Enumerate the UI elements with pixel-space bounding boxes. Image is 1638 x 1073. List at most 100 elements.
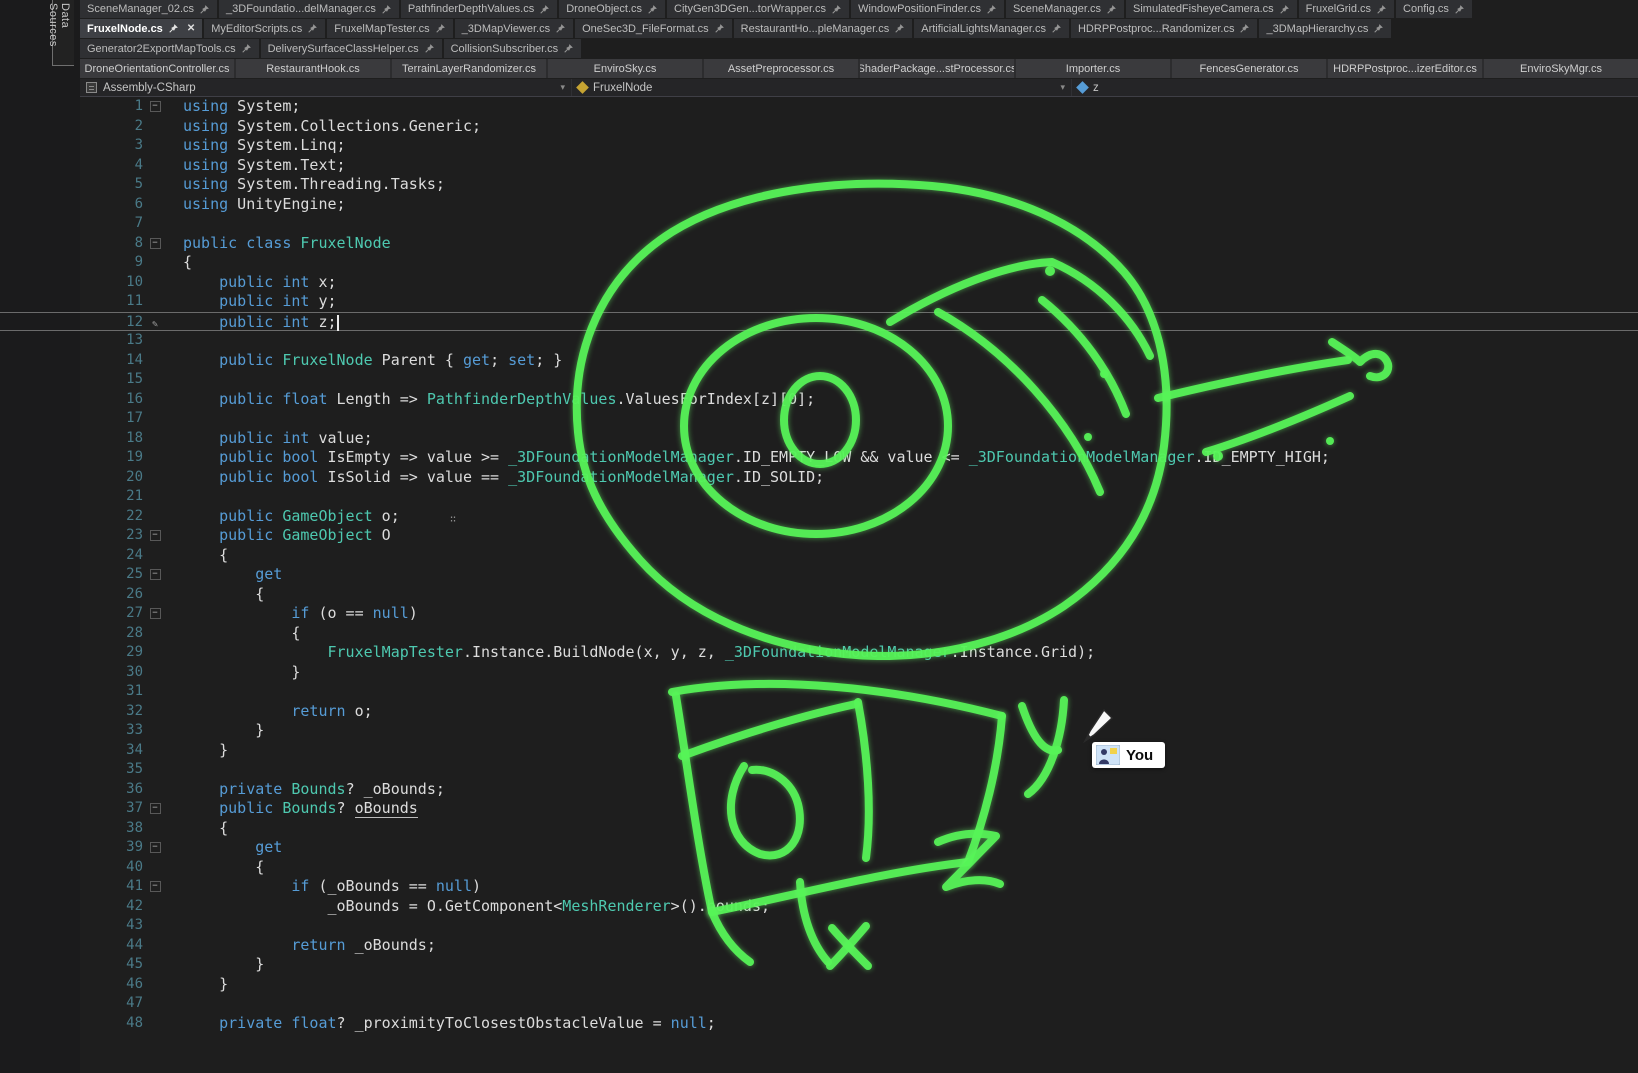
data-sources-tool-tab[interactable]: Data Sources xyxy=(52,0,74,66)
code-line-1[interactable]: 1−using System; xyxy=(0,97,1638,117)
pin-icon[interactable] xyxy=(381,4,392,15)
code-line-11[interactable]: 11 public int y; xyxy=(0,292,1638,312)
pin-icon[interactable] xyxy=(1239,23,1250,34)
pin-icon[interactable] xyxy=(831,4,842,15)
pin-icon[interactable] xyxy=(555,23,566,34)
pin-icon[interactable] xyxy=(199,4,210,15)
code-line-10[interactable]: 10 public int x; xyxy=(0,273,1638,293)
tab-droneorientationcontroller-cs[interactable]: DroneOrientationController.cs xyxy=(80,59,234,78)
fold-marker[interactable]: − xyxy=(143,799,167,819)
code-line-21[interactable]: 21 xyxy=(0,487,1638,507)
code-line-31[interactable]: 31 xyxy=(0,682,1638,702)
tab-config-cs[interactable]: Config.cs xyxy=(1396,0,1472,18)
pin-icon[interactable] xyxy=(714,23,725,34)
pin-icon[interactable] xyxy=(424,43,435,54)
code-editor[interactable]: 1−using System;2using System.Collections… xyxy=(0,97,1638,1073)
code-line-18[interactable]: 18 public int value; xyxy=(0,429,1638,449)
pin-icon[interactable] xyxy=(241,43,252,54)
pin-icon[interactable] xyxy=(986,4,997,15)
code-line-28[interactable]: 28 { xyxy=(0,624,1638,644)
member-dropdown[interactable]: z xyxy=(1072,79,1638,96)
tab-3dfoundatio-delmanager-cs[interactable]: _3DFoundatio...delManager.cs xyxy=(219,0,399,18)
code-line-41[interactable]: 41− if (_oBounds == null) xyxy=(0,877,1638,897)
code-line-47[interactable]: 47 xyxy=(0,994,1638,1014)
code-line-8[interactable]: 8−public class FruxelNode xyxy=(0,234,1638,254)
code-line-25[interactable]: 25− get xyxy=(0,565,1638,585)
pin-icon[interactable] xyxy=(1373,23,1384,34)
tab-scenemanager-02-cs[interactable]: SceneManager_02.cs xyxy=(80,0,217,18)
tab-importer-cs[interactable]: Importer.cs xyxy=(1016,59,1170,78)
code-line-7[interactable]: 7 xyxy=(0,214,1638,234)
tab-fruxelmaptester-cs[interactable]: FruxelMapTester.cs xyxy=(327,19,452,38)
code-line-24[interactable]: 24 { xyxy=(0,546,1638,566)
code-line-35[interactable]: 35 xyxy=(0,760,1638,780)
tab-terrainlayerrandomizer-cs[interactable]: TerrainLayerRandomizer.cs xyxy=(392,59,546,78)
type-dropdown[interactable]: FruxelNode ▾ xyxy=(572,79,1072,96)
tab-restaurantho-plemanager-cs[interactable]: RestaurantHo...pleManager.cs xyxy=(734,19,913,38)
tab-myeditorscripts-cs[interactable]: MyEditorScripts.cs xyxy=(204,19,325,38)
fold-marker[interactable]: − xyxy=(143,877,167,897)
tab-hdrppostproc-randomizer-cs[interactable]: HDRPPostproc...Randomizer.cs xyxy=(1071,19,1258,38)
project-dropdown[interactable]: Assembly-CSharp ▾ xyxy=(80,79,572,96)
tab-onesec3d-fileformat-cs[interactable]: OneSec3D_FileFormat.cs xyxy=(575,19,732,38)
code-line-32[interactable]: 32 return o; xyxy=(0,702,1638,722)
tab-hdrppostproc-izereditor-cs[interactable]: HDRPPostproc...izerEditor.cs xyxy=(1328,59,1482,78)
fold-marker[interactable]: − xyxy=(143,604,167,624)
tab-citygen3dgen-torwrapper-cs[interactable]: CityGen3DGen...torWrapper.cs xyxy=(667,0,849,18)
tab-enviroskymgr-cs[interactable]: EnviroSkyMgr.cs xyxy=(1484,59,1638,78)
code-line-29[interactable]: 29 FruxelMapTester.Instance.BuildNode(x,… xyxy=(0,643,1638,663)
code-line-26[interactable]: 26 { xyxy=(0,585,1638,605)
code-line-13[interactable]: 13 xyxy=(0,331,1638,351)
code-line-5[interactable]: 5using System.Threading.Tasks; xyxy=(0,175,1638,195)
tab-artificiallightsmanager-cs[interactable]: ArtificialLightsManager.cs xyxy=(914,19,1069,38)
pin-icon[interactable] xyxy=(647,4,658,15)
code-line-17[interactable]: 17 xyxy=(0,409,1638,429)
code-line-15[interactable]: 15 xyxy=(0,370,1638,390)
tab-shaderpackage-stprocessor-cs[interactable]: ShaderPackage...stProcessor.cs xyxy=(860,59,1014,78)
code-line-22[interactable]: 22 public GameObject o; xyxy=(0,507,1638,527)
code-line-40[interactable]: 40 { xyxy=(0,858,1638,878)
tab-deliverysurfaceclasshelper-cs[interactable]: DeliverySurfaceClassHelper.cs xyxy=(261,39,442,58)
code-line-20[interactable]: 20 public bool IsSolid => value == _3DFo… xyxy=(0,468,1638,488)
tab-droneobject-cs[interactable]: DroneObject.cs xyxy=(559,0,665,18)
code-line-34[interactable]: 34 } xyxy=(0,741,1638,761)
code-line-44[interactable]: 44 return _oBounds; xyxy=(0,936,1638,956)
code-line-33[interactable]: 33 } xyxy=(0,721,1638,741)
tab-scenemanager-cs[interactable]: SceneManager.cs xyxy=(1006,0,1124,18)
fold-marker[interactable]: − xyxy=(143,234,167,254)
code-line-4[interactable]: 4using System.Text; xyxy=(0,156,1638,176)
code-line-19[interactable]: 19 public bool IsEmpty => value >= _3DFo… xyxy=(0,448,1638,468)
tab-assetpreprocessor-cs[interactable]: AssetPreprocessor.cs xyxy=(704,59,858,78)
code-line-30[interactable]: 30 } xyxy=(0,663,1638,683)
tab-windowpositionfinder-cs[interactable]: WindowPositionFinder.cs xyxy=(851,0,1004,18)
pin-icon[interactable] xyxy=(1454,4,1465,15)
code-line-6[interactable]: 6using UnityEngine; xyxy=(0,195,1638,215)
code-line-42[interactable]: 42 _oBounds = O.GetComponent<MeshRendere… xyxy=(0,897,1638,917)
code-line-38[interactable]: 38 { xyxy=(0,819,1638,839)
code-line-27[interactable]: 27− if (o == null) xyxy=(0,604,1638,624)
pin-icon[interactable] xyxy=(1051,23,1062,34)
tab-fruxelnode-cs[interactable]: FruxelNode.cs✕ xyxy=(80,19,202,38)
pin-icon[interactable] xyxy=(539,4,550,15)
fold-marker[interactable]: − xyxy=(143,97,167,117)
code-line-9[interactable]: 9{ xyxy=(0,253,1638,273)
pin-icon[interactable] xyxy=(894,23,905,34)
code-line-14[interactable]: 14 public FruxelNode Parent { get; set; … xyxy=(0,351,1638,371)
code-line-37[interactable]: 37− public Bounds? oBounds xyxy=(0,799,1638,819)
fold-marker[interactable]: − xyxy=(143,526,167,546)
tab-simulatedfisheyecamera-cs[interactable]: SimulatedFisheyeCamera.cs xyxy=(1126,0,1297,18)
close-icon[interactable]: ✕ xyxy=(187,23,195,34)
pin-icon[interactable] xyxy=(435,23,446,34)
tab-generator2exportmaptools-cs[interactable]: Generator2ExportMapTools.cs xyxy=(80,39,259,58)
code-line-3[interactable]: 3using System.Linq; xyxy=(0,136,1638,156)
tab-pathfinderdepthvalues-cs[interactable]: PathfinderDepthValues.cs xyxy=(401,0,557,18)
tab-3dmapviewer-cs[interactable]: _3DMapViewer.cs xyxy=(455,19,573,38)
tab-collisionsubscriber-cs[interactable]: CollisionSubscriber.cs xyxy=(444,39,582,58)
code-line-16[interactable]: 16 public float Length => PathfinderDept… xyxy=(0,390,1638,410)
code-line-12[interactable]: 12✎ public int z; xyxy=(0,312,1638,332)
tab-fencesgenerator-cs[interactable]: FencesGenerator.cs xyxy=(1172,59,1326,78)
tab-envirosky-cs[interactable]: EnviroSky.cs xyxy=(548,59,702,78)
tab-3dmaphierarchy-cs[interactable]: _3DMapHierarchy.cs xyxy=(1259,19,1391,38)
code-line-46[interactable]: 46 } xyxy=(0,975,1638,995)
code-line-43[interactable]: 43 xyxy=(0,916,1638,936)
